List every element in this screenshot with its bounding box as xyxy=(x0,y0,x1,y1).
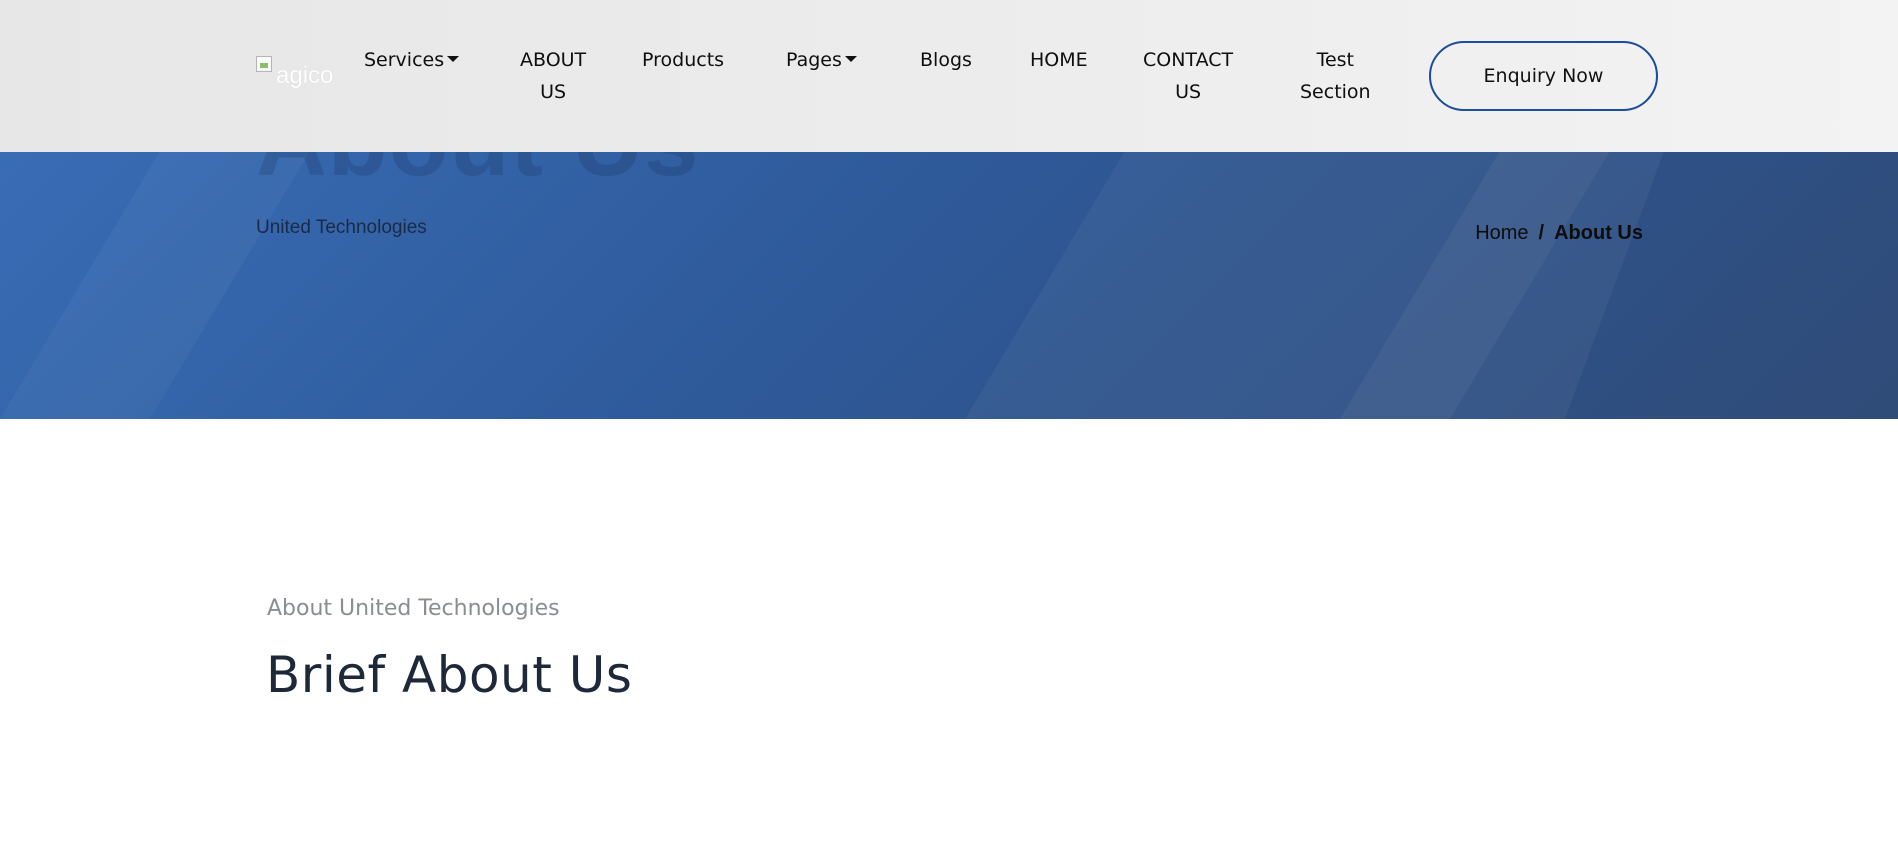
nav-blogs-label: Blogs xyxy=(920,49,972,71)
about-title: Brief About Us xyxy=(266,646,633,704)
nav-about-label-line1: ABOUT xyxy=(520,49,587,71)
about-eyebrow: About United Technologies xyxy=(267,596,560,621)
caret-down-icon xyxy=(447,55,460,62)
nav-contact-us[interactable]: CONTACT US xyxy=(1143,44,1233,108)
site-header: agico Services ABOUT US Products Pages B… xyxy=(0,0,1898,152)
nav-pages-label: Pages xyxy=(786,49,842,71)
nav-test-label-line2: Section xyxy=(1300,81,1371,103)
logo-alt-text: agico xyxy=(276,62,334,89)
nav-test-label-line1: Test xyxy=(1316,49,1354,71)
breadcrumb: Home / About Us xyxy=(1475,222,1643,245)
nav-services[interactable]: Services xyxy=(364,44,460,76)
enquiry-now-button[interactable]: Enquiry Now xyxy=(1429,41,1658,111)
nav-home-label: HOME xyxy=(1030,49,1088,71)
hero-subtitle: United Technologies xyxy=(256,217,427,238)
nav-contact-label-line1: CONTACT xyxy=(1143,49,1234,71)
broken-image-icon xyxy=(256,56,272,72)
breadcrumb-home-link[interactable]: Home xyxy=(1475,222,1528,245)
enquiry-now-label: Enquiry Now xyxy=(1483,65,1604,87)
site-logo[interactable]: agico xyxy=(256,56,340,96)
nav-contact-label-line2: US xyxy=(1175,81,1202,103)
nav-services-label: Services xyxy=(364,49,445,71)
nav-about-us[interactable]: ABOUT US xyxy=(520,44,586,108)
nav-blogs[interactable]: Blogs xyxy=(920,44,972,76)
nav-products[interactable]: Products xyxy=(642,44,724,76)
nav-pages[interactable]: Pages xyxy=(786,44,857,76)
nav-home[interactable]: HOME xyxy=(1030,44,1088,76)
nav-about-label-line2: US xyxy=(540,81,567,103)
nav-products-label: Products xyxy=(642,49,725,71)
breadcrumb-separator: / xyxy=(1538,222,1545,244)
breadcrumb-current: About Us xyxy=(1554,222,1643,244)
caret-down-icon xyxy=(844,55,857,62)
nav-test-section[interactable]: Test Section xyxy=(1300,44,1371,108)
